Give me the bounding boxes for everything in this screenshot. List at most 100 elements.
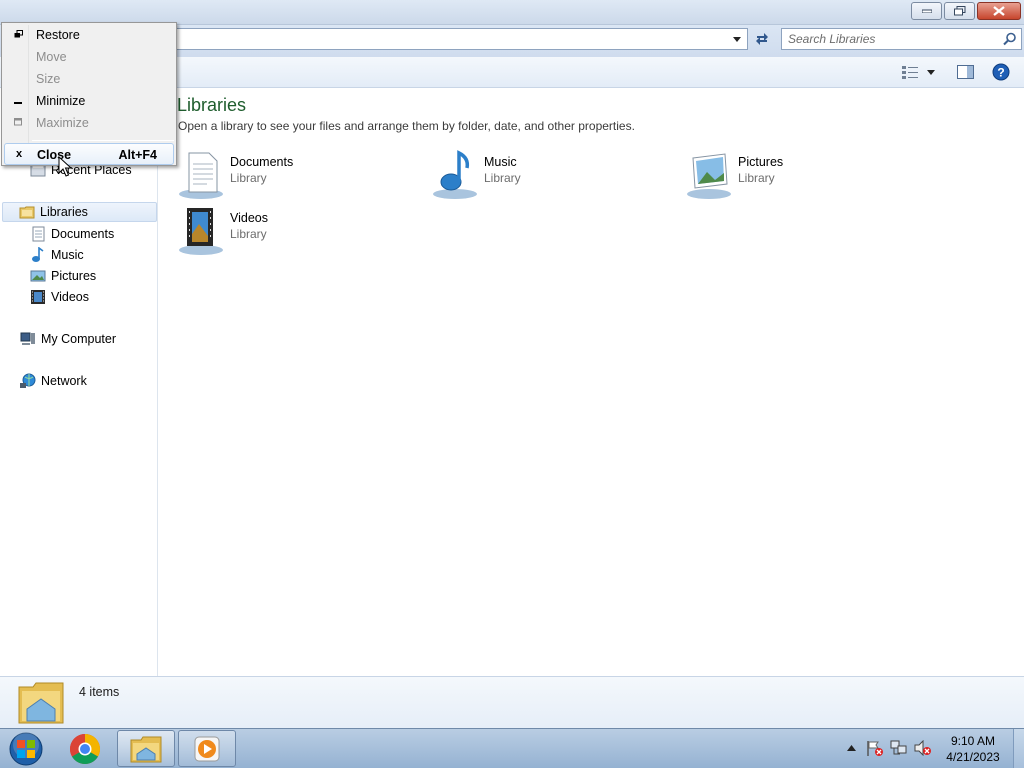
menu-item-minimize[interactable]: Minimize	[4, 90, 174, 112]
nav-my-computer[interactable]: My Computer	[20, 329, 116, 349]
nav-pictures[interactable]: Pictures	[30, 266, 96, 286]
refresh-button[interactable]	[752, 29, 772, 49]
page-subtitle: Open a library to see your files and arr…	[178, 119, 635, 133]
minimize-button[interactable]	[911, 2, 942, 20]
content-pane: Libraries Open a library to see your fil…	[159, 88, 1024, 676]
search-icon[interactable]	[1003, 32, 1017, 46]
help-icon: ?	[992, 63, 1010, 81]
documents-icon	[30, 226, 46, 242]
minimize-icon	[921, 9, 932, 13]
chevron-down-icon	[733, 36, 741, 42]
taskbar: 9:10 AM 4/21/2023	[0, 728, 1024, 768]
page-title: Libraries	[177, 95, 247, 115]
menu-item-size[interactable]: Size	[4, 68, 174, 90]
documents-library-icon	[179, 152, 223, 199]
close-glyph-icon: x	[15, 148, 23, 160]
tray-network[interactable]	[889, 739, 909, 757]
restore-button[interactable]	[944, 2, 975, 20]
refresh-icon	[756, 33, 768, 45]
library-type: Library	[738, 171, 775, 185]
address-bar[interactable]	[176, 28, 748, 50]
system-menu: Restore Move Size Minimize Maximize x Cl…	[1, 22, 177, 166]
details-pane: 4 items	[0, 676, 1024, 728]
libraries-large-icon	[18, 682, 64, 724]
change-view-icon	[902, 66, 918, 79]
chrome-icon	[69, 733, 101, 764]
nav-network[interactable]: Network	[20, 371, 87, 391]
network-globe-icon	[20, 373, 36, 389]
nav-music[interactable]: Music	[30, 245, 84, 265]
menu-label: Move	[36, 50, 67, 64]
restore-icon	[953, 6, 965, 16]
address-dropdown-button[interactable]	[729, 31, 745, 47]
volume-muted-icon	[914, 740, 931, 756]
tray-volume[interactable]	[913, 739, 933, 757]
close-button[interactable]	[977, 2, 1021, 20]
help-button[interactable]: ?	[991, 63, 1011, 81]
taskbar-media-player[interactable]	[178, 730, 236, 767]
taskbar-chrome[interactable]	[56, 730, 114, 767]
taskbar-windows-explorer[interactable]	[117, 730, 175, 767]
nav-label-network: Network	[41, 374, 87, 388]
menu-separator	[32, 140, 174, 141]
music-library-icon	[433, 150, 477, 199]
preview-pane-icon	[956, 65, 974, 79]
nav-label-videos: Videos	[51, 290, 89, 304]
clock-date: 4/21/2023	[946, 750, 1000, 764]
library-videos[interactable]: Videos Library	[177, 206, 417, 260]
pictures-library-icon	[687, 153, 731, 199]
library-type: Library	[230, 171, 267, 185]
start-button[interactable]	[6, 731, 46, 767]
nav-label-libraries: Libraries	[40, 205, 88, 219]
more-options-chevron-icon	[927, 69, 935, 75]
library-pictures[interactable]: Pictures Library	[685, 150, 925, 204]
pictures-icon	[30, 268, 46, 284]
close-icon	[993, 6, 1005, 16]
menu-item-restore[interactable]: Restore	[4, 24, 174, 46]
menu-item-close[interactable]: x Close Alt+F4	[4, 143, 174, 165]
svg-text:?: ?	[997, 66, 1004, 80]
show-hidden-icons-button[interactable]	[845, 739, 857, 757]
computer-icon	[20, 331, 36, 347]
menu-label: Minimize	[36, 94, 86, 108]
navigation-pane: Recent Places Libraries Documents Music …	[0, 88, 158, 676]
nav-label-documents: Documents	[51, 227, 115, 241]
nav-documents[interactable]: Documents	[30, 224, 114, 244]
library-name: Music	[484, 155, 517, 169]
taskbar-clock[interactable]: 9:10 AM 4/21/2023	[942, 733, 1004, 765]
media-player-icon	[194, 736, 220, 761]
menu-label: Restore	[36, 28, 80, 42]
windows-logo-icon	[9, 732, 43, 766]
library-type: Library	[230, 227, 267, 241]
music-note-icon	[30, 246, 46, 263]
menu-item-move[interactable]: Move	[4, 46, 174, 68]
nav-libraries[interactable]: Libraries	[2, 202, 157, 222]
item-count: 4 items	[79, 685, 120, 699]
menu-label: Maximize	[36, 116, 89, 130]
library-documents[interactable]: Documents Library	[177, 150, 417, 204]
maximize-icon	[12, 116, 24, 128]
library-name: Pictures	[738, 155, 784, 169]
clock-time: 9:10 AM	[950, 734, 996, 748]
nav-videos[interactable]: Videos	[30, 287, 89, 307]
search-box[interactable]	[781, 28, 1022, 50]
library-name: Videos	[230, 211, 268, 225]
library-music[interactable]: Music Library	[431, 150, 671, 204]
window-caption-buttons	[911, 2, 1021, 20]
preview-pane-button[interactable]	[956, 63, 974, 81]
tray-action-center[interactable]	[865, 739, 885, 757]
mouse-pointer-icon	[58, 156, 72, 177]
videos-library-icon	[179, 208, 223, 255]
menu-label: Size	[36, 72, 61, 86]
show-desktop-button[interactable]	[1013, 729, 1024, 768]
library-type: Library	[484, 171, 521, 185]
videos-filmstrip-icon	[30, 289, 46, 305]
view-options-dropdown[interactable]	[926, 63, 936, 81]
change-view-button[interactable]	[901, 63, 919, 81]
nav-label-music: Music	[51, 248, 84, 262]
library-name: Documents	[230, 155, 294, 169]
menu-accelerator: Alt+F4	[118, 148, 157, 162]
menu-item-maximize[interactable]: Maximize	[4, 112, 174, 134]
search-input[interactable]	[788, 31, 993, 47]
libraries-folder-icon	[19, 204, 35, 220]
